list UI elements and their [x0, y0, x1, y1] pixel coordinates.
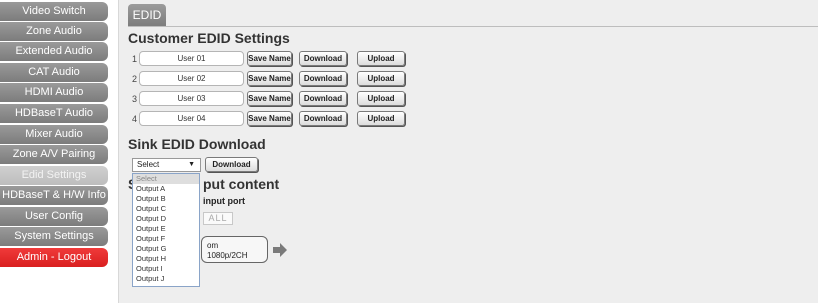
sidebar-item-hdbaset-audio[interactable]: HDBaseT Audio — [0, 104, 108, 123]
upload-button[interactable]: Upload — [357, 91, 405, 106]
sidebar-item-zone-a-v-pairing[interactable]: Zone A/V Pairing — [0, 145, 108, 164]
dropdown-option[interactable]: Output D — [133, 214, 199, 224]
sidebar-item-mixer-audio[interactable]: Mixer Audio — [0, 125, 108, 144]
sidebar-item-zone-audio[interactable]: Zone Audio — [0, 22, 108, 41]
tab-divider — [128, 26, 818, 27]
save-name-button[interactable]: Save Name — [247, 51, 292, 66]
download-button[interactable]: Download — [299, 51, 347, 66]
save-name-button[interactable]: Save Name — [247, 111, 292, 126]
sidebar-item-extended-audio[interactable]: Extended Audio — [0, 42, 108, 61]
arrow-right-icon[interactable] — [273, 243, 287, 257]
dropdown-option[interactable]: Output E — [133, 224, 199, 234]
download-button[interactable]: Download — [299, 111, 347, 126]
upload-button[interactable]: Upload — [357, 111, 405, 126]
source-info-line2: 1080p/2CH — [207, 251, 248, 260]
save-name-button[interactable]: Save Name — [247, 91, 292, 106]
sidebar-item-hdbaset-h-w-info[interactable]: HDBaseT & H/W Info — [0, 186, 108, 205]
dropdown-option[interactable]: Output B — [133, 194, 199, 204]
input-port-label: input port — [203, 196, 245, 206]
input-content-title-end: put content — [203, 176, 280, 192]
row-number: 4 — [132, 114, 138, 124]
dropdown-option[interactable]: Output G — [133, 244, 199, 254]
sidebar-item-edid-settings[interactable]: Edid Settings — [0, 166, 108, 185]
sink-edid-title: Sink EDID Download — [128, 136, 266, 152]
sink-select-value: Select — [137, 160, 160, 169]
sink-download-button[interactable]: Download — [205, 157, 258, 172]
dropdown-option[interactable]: Output J — [133, 274, 199, 284]
user-name-input[interactable]: User 04 — [139, 111, 244, 126]
user-name-input[interactable]: User 01 — [139, 51, 244, 66]
row-number: 3 — [132, 94, 138, 104]
source-info-line1: om — [207, 241, 219, 250]
sidebar-item-hdmi-audio[interactable]: HDMI Audio — [0, 83, 108, 102]
user-name-input[interactable]: User 03 — [139, 91, 244, 106]
customer-edid-title: Customer EDID Settings — [128, 30, 290, 46]
sidebar-item-cat-audio[interactable]: CAT Audio — [0, 63, 108, 82]
sidebar-item-user-config[interactable]: User Config — [0, 207, 108, 226]
app-window: Video Switch Zone Audio Extended Audio CAT … — [0, 0, 818, 303]
sidebar-nav: Video Switch Zone Audio Extended Audio CAT … — [0, 0, 112, 303]
user-name-input[interactable]: User 02 — [139, 71, 244, 86]
all-button[interactable]: ALL — [203, 212, 233, 225]
download-button[interactable]: Download — [299, 91, 347, 106]
sink-output-dropdown-list: Select Output A Output B Output C Output D Ou… — [132, 173, 200, 287]
upload-button[interactable]: Upload — [357, 51, 405, 66]
dropdown-option[interactable]: Output H — [133, 254, 199, 264]
dropdown-option[interactable]: Output C — [133, 204, 199, 214]
main-panel: EDID Customer EDID Settings 1 User 01 Save… — [118, 0, 818, 303]
sidebar-item-system-settings[interactable]: System Settings — [0, 227, 108, 246]
row-number: 1 — [132, 54, 138, 64]
save-name-button[interactable]: Save Name — [247, 71, 292, 86]
upload-button[interactable]: Upload — [357, 71, 405, 86]
download-button[interactable]: Download — [299, 71, 347, 86]
dropdown-option[interactable]: Output I — [133, 264, 199, 274]
source-info-box: om 1080p/2CH — [201, 236, 268, 263]
sidebar-item-admin-logout[interactable]: Admin - Logout — [0, 248, 108, 267]
dropdown-option[interactable]: Output F — [133, 234, 199, 244]
sink-output-select[interactable]: Select ▼ — [132, 158, 201, 172]
sidebar-item-video-switch[interactable]: Video Switch — [0, 2, 108, 21]
dropdown-option[interactable]: Select — [133, 174, 199, 184]
chevron-down-icon: ▼ — [188, 161, 195, 168]
tab-edid[interactable]: EDID — [128, 4, 166, 26]
row-number: 2 — [132, 74, 138, 84]
dropdown-option[interactable]: Output A — [133, 184, 199, 194]
